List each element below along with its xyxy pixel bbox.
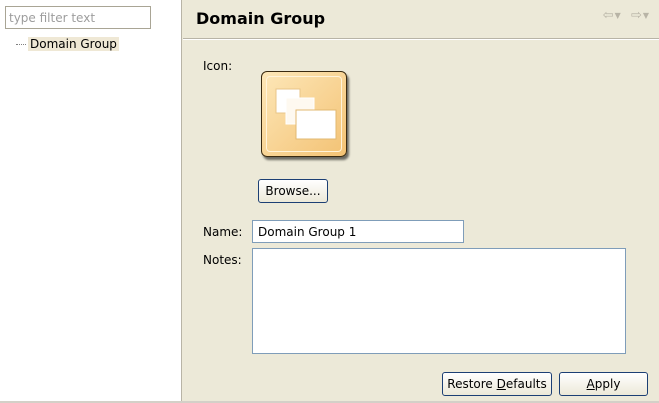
forward-arrow-icon[interactable]: ⇨▼ (631, 8, 649, 23)
chevron-down-icon[interactable]: ▼ (615, 11, 621, 20)
notes-textarea[interactable] (252, 248, 626, 354)
preference-page: Domain Group ⇦▼ ⇨▼ Icon: Browse... Name:… (183, 0, 659, 403)
tree-item-label: Domain Group (28, 37, 119, 51)
history-navigation: ⇦▼ ⇨▼ (597, 8, 649, 23)
restore-label-suffix: efaults (505, 377, 547, 391)
preference-tree-pane: Domain Group (0, 0, 182, 403)
back-arrow-icon[interactable]: ⇦▼ (603, 8, 621, 23)
tree-item-domain-group[interactable]: Domain Group (16, 35, 119, 53)
title-separator (183, 38, 659, 40)
name-label: Name: (203, 225, 243, 239)
notes-label: Notes: (203, 253, 242, 267)
folders-icon (275, 88, 337, 140)
restore-mnemonic: D (496, 377, 506, 391)
restore-label-prefix: Restore (447, 377, 497, 391)
icon-label: Icon: (203, 59, 233, 73)
apply-mnemonic: A (586, 377, 595, 391)
browse-button[interactable]: Browse... (258, 179, 328, 203)
name-input[interactable] (252, 220, 464, 243)
restore-defaults-button[interactable]: Restore Defaults (442, 372, 552, 396)
apply-button[interactable]: Apply (559, 372, 648, 396)
domain-group-icon (261, 71, 347, 157)
page-title: Domain Group (196, 9, 326, 28)
filter-input[interactable] (5, 6, 151, 29)
chevron-down-icon[interactable]: ▼ (643, 11, 649, 20)
tree-connector (16, 44, 26, 45)
apply-label-suffix: pply (594, 377, 621, 391)
